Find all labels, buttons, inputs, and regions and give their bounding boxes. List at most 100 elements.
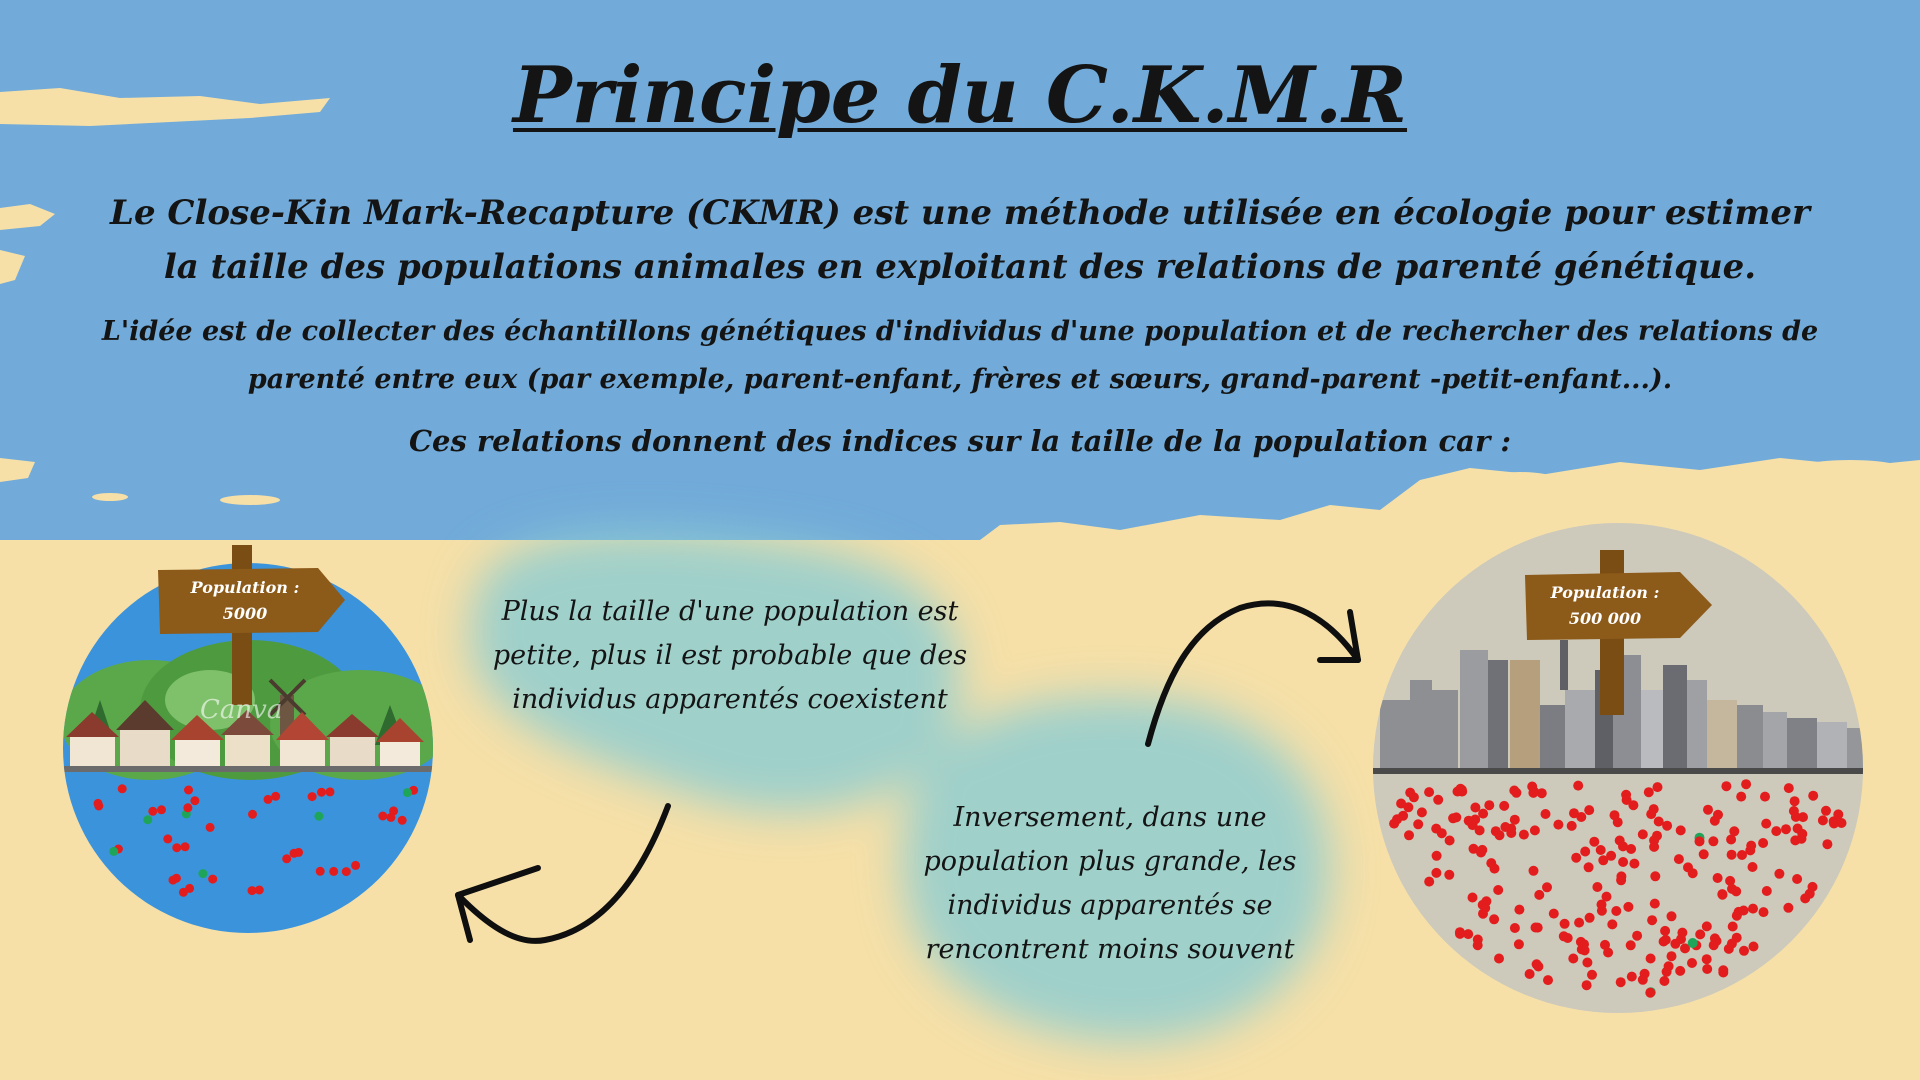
individual-dot — [1708, 940, 1719, 951]
individual-dot — [1741, 779, 1752, 790]
individual-dot — [1589, 836, 1600, 847]
individual-dot — [1648, 804, 1659, 815]
individual-dot — [1601, 891, 1612, 902]
individual-dot — [1484, 800, 1495, 811]
individual-dot — [1673, 854, 1684, 865]
individual-dot — [1534, 889, 1545, 900]
individual-dot — [1761, 886, 1772, 896]
individual-dot — [1532, 922, 1543, 933]
individual-dot — [1676, 934, 1686, 945]
individual-dot — [1579, 945, 1590, 956]
individual-dot — [1582, 957, 1593, 968]
individual-dot — [1792, 874, 1803, 884]
individual-dot — [1490, 826, 1501, 837]
individual-dot — [1708, 836, 1719, 847]
individual-dot — [1675, 825, 1686, 836]
individual-dot — [1472, 940, 1483, 951]
individual-dot — [1616, 871, 1627, 882]
individual-dot — [1629, 858, 1640, 869]
individual-dot — [1467, 892, 1478, 903]
individual-dot — [1623, 901, 1634, 912]
individual-dot — [1713, 809, 1723, 820]
individual-dot — [1783, 902, 1794, 913]
individual-dot — [1650, 871, 1661, 882]
individual-dot — [1666, 951, 1677, 962]
individual-dot — [1533, 961, 1544, 972]
individual-dot — [1817, 815, 1828, 826]
individual-dot — [1611, 906, 1622, 916]
individual-dot — [351, 860, 361, 870]
individual-dot — [168, 875, 178, 885]
individual-dot — [307, 792, 317, 802]
individual-dot — [1584, 912, 1595, 923]
individual-dot — [1603, 947, 1614, 958]
individual-dot — [117, 784, 127, 794]
individual-dot — [172, 843, 182, 853]
large-population-sign-value: 500 000 — [1568, 609, 1642, 628]
individual-dot — [1632, 930, 1643, 941]
individual-dot — [378, 811, 388, 821]
individual-dot — [1652, 782, 1663, 793]
small-population-text: Plus la taille d'une population est peti… — [492, 596, 968, 715]
intro-text: Le Close-Kin Mark-Recapture (CKMR) est u… — [110, 193, 1810, 287]
individual-dot — [190, 796, 200, 806]
individual-dot — [1717, 889, 1728, 900]
individual-dot — [341, 867, 351, 877]
individual-dot — [1431, 850, 1442, 861]
individual-dot — [1470, 814, 1481, 825]
individual-dot — [1771, 826, 1782, 837]
individual-dot — [1569, 808, 1579, 819]
individual-dot — [1509, 785, 1520, 796]
individual-dot — [1528, 865, 1539, 876]
small-population-sign: Population : 5000 — [170, 575, 320, 627]
individual-dot — [1553, 819, 1564, 830]
individual-dot — [157, 805, 166, 815]
individual-dot — [1822, 839, 1833, 850]
individual-dot — [1559, 918, 1570, 929]
individual-dot — [1626, 971, 1637, 982]
individual-dot — [1615, 977, 1626, 988]
individual-dot — [1609, 810, 1620, 821]
individual-dot — [1493, 885, 1504, 895]
individual-dot — [1444, 869, 1455, 880]
individual-dot — [1524, 969, 1535, 979]
individual-dot — [1698, 849, 1709, 860]
related-individual-dot — [198, 869, 208, 879]
canva-watermark: Canva — [200, 695, 283, 725]
individual-dot — [1509, 814, 1520, 825]
related-individual-dot — [314, 811, 324, 821]
individual-dot — [1663, 961, 1674, 972]
individual-dot — [248, 809, 257, 819]
individual-dot — [1583, 862, 1594, 873]
individual-dot — [1653, 816, 1664, 827]
individual-dot — [93, 798, 103, 808]
individual-dot — [1548, 908, 1559, 919]
individual-dot — [1652, 830, 1662, 841]
individual-dot — [1702, 964, 1713, 974]
related-individual-dot — [1687, 938, 1698, 948]
individual-dot — [294, 847, 304, 857]
individual-dot — [1659, 976, 1670, 986]
related-individual-dot — [143, 815, 153, 825]
individual-dot — [1675, 965, 1686, 976]
individual-dot — [1804, 888, 1815, 899]
individual-dot — [1568, 953, 1579, 964]
individual-dot — [185, 883, 195, 893]
individual-dot — [1687, 868, 1698, 879]
individual-dot — [1404, 830, 1414, 841]
individual-dot — [1637, 829, 1648, 840]
individual-dot — [1647, 915, 1658, 926]
individual-dot — [1494, 953, 1504, 964]
individual-dot — [1747, 862, 1758, 872]
individual-dot — [1758, 907, 1769, 918]
individual-dot — [1761, 818, 1772, 829]
individual-dot — [1726, 849, 1737, 860]
individual-dot — [1721, 781, 1732, 792]
individual-dot — [1514, 904, 1525, 915]
individual-dot — [1424, 876, 1435, 887]
individual-dot — [1489, 914, 1500, 925]
individual-dot — [1736, 791, 1747, 802]
individual-dot — [325, 787, 335, 797]
large-population-sign: Population : 500 000 — [1530, 580, 1680, 632]
individual-dot — [1748, 903, 1758, 914]
